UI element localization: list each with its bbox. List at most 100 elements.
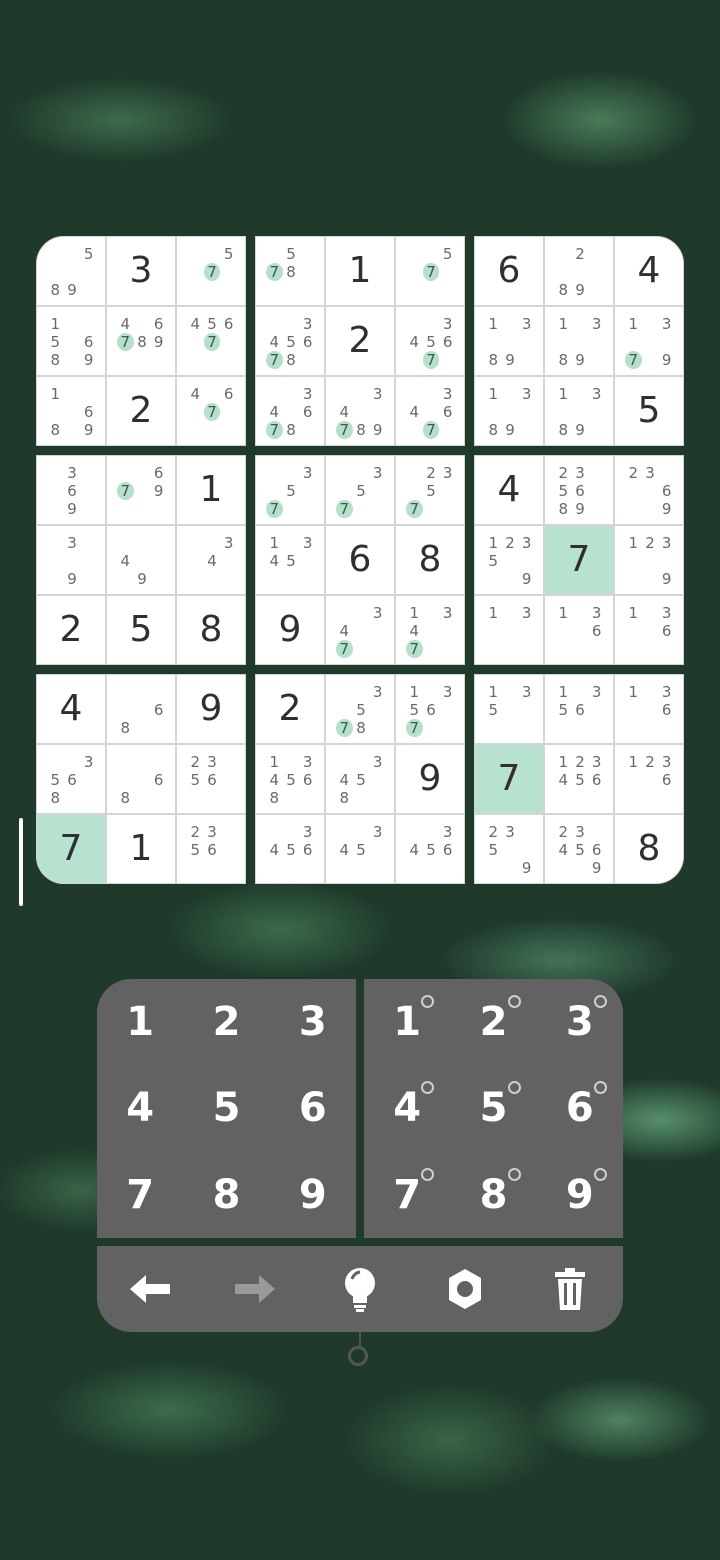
sudoku-cell[interactable]: 123 456 xyxy=(544,744,614,814)
pencil-key-1[interactable]: 1 xyxy=(364,979,450,1065)
sudoku-cell[interactable]: 3 47 xyxy=(325,595,395,665)
sudoku-cell[interactable]: 235689 xyxy=(544,455,614,525)
panel-knob[interactable] xyxy=(348,1346,368,1366)
sudoku-cell[interactable]: 1 xyxy=(106,814,176,884)
sudoku-cell[interactable]: 34 xyxy=(176,525,246,595)
pencil-key-5[interactable]: 5 xyxy=(450,1065,536,1151)
settings-button[interactable] xyxy=(435,1259,495,1319)
sudoku-cell[interactable]: 1 3 56 xyxy=(544,674,614,744)
number-key-7[interactable]: 7 xyxy=(97,1152,183,1238)
sudoku-cell[interactable]: 234569 xyxy=(544,814,614,884)
side-handle[interactable] xyxy=(19,818,23,906)
sudoku-cell[interactable]: 57 xyxy=(176,236,246,306)
sudoku-cell[interactable]: 2 xyxy=(255,674,325,744)
sudoku-cell[interactable]: 68 xyxy=(106,744,176,814)
pencil-key-9[interactable]: 9 xyxy=(537,1152,623,1238)
number-key-9[interactable]: 9 xyxy=(270,1152,356,1238)
sudoku-cell[interactable]: 2369 xyxy=(614,455,684,525)
sudoku-cell[interactable]: 3578 xyxy=(325,674,395,744)
sudoku-cell[interactable]: 3 4 6 78 xyxy=(255,376,325,446)
sudoku-cell[interactable]: 1236 xyxy=(614,744,684,814)
hint-button[interactable] xyxy=(330,1259,390,1319)
undo-button[interactable] xyxy=(120,1259,180,1319)
sudoku-cell[interactable]: 1 3 7 9 xyxy=(614,306,684,376)
number-key-1[interactable]: 1 xyxy=(97,979,183,1065)
sudoku-cell[interactable]: 2 xyxy=(325,306,395,376)
sudoku-cell[interactable]: 9 xyxy=(395,744,465,814)
sudoku-cell[interactable]: 235 9 xyxy=(474,814,544,884)
pencil-key-3[interactable]: 3 xyxy=(537,979,623,1065)
sudoku-cell[interactable]: 3 4789 xyxy=(325,376,395,446)
sudoku-cell[interactable]: 15 6 8 9 xyxy=(36,306,106,376)
sudoku-cell[interactable]: 1 3 5 xyxy=(474,674,544,744)
sudoku-cell[interactable]: 3 456 xyxy=(255,814,325,884)
sudoku-cell[interactable]: 3 456 xyxy=(395,814,465,884)
sudoku-cell[interactable]: 3 xyxy=(106,236,176,306)
sudoku-cell[interactable]: 9 xyxy=(255,595,325,665)
sudoku-cell[interactable]: 357 xyxy=(255,455,325,525)
number-key-5[interactable]: 5 xyxy=(183,1065,269,1151)
sudoku-cell[interactable]: 39 xyxy=(36,525,106,595)
sudoku-cell[interactable]: 3 456 78 xyxy=(255,306,325,376)
pencil-key-6[interactable]: 6 xyxy=(537,1065,623,1151)
sudoku-cell[interactable]: 2 xyxy=(36,595,106,665)
sudoku-cell[interactable]: 369 xyxy=(36,455,106,525)
sudoku-cell[interactable]: 1689 xyxy=(36,376,106,446)
sudoku-cell[interactable]: 2357 xyxy=(395,455,465,525)
pencil-key-8[interactable]: 8 xyxy=(450,1152,536,1238)
sudoku-cell[interactable]: 3 458 xyxy=(325,744,395,814)
sudoku-cell[interactable]: 5 xyxy=(614,376,684,446)
sudoku-cell[interactable]: 7 xyxy=(544,525,614,595)
sudoku-cell[interactable]: 3 4 67 xyxy=(395,376,465,446)
sudoku-cell[interactable]: 68 xyxy=(106,674,176,744)
sudoku-cell[interactable]: 2 xyxy=(106,376,176,446)
pencil-key-4[interactable]: 4 xyxy=(364,1065,450,1151)
sudoku-cell[interactable]: 1 3 89 xyxy=(474,306,544,376)
sudoku-cell[interactable]: 8 xyxy=(395,525,465,595)
sudoku-cell[interactable]: 5 89 xyxy=(36,236,106,306)
sudoku-cell[interactable]: 6 7 9 xyxy=(106,455,176,525)
pencil-key-2[interactable]: 2 xyxy=(450,979,536,1065)
sudoku-cell[interactable]: 4567 xyxy=(176,306,246,376)
number-key-4[interactable]: 4 xyxy=(97,1065,183,1151)
sudoku-cell[interactable]: 1 3 45 xyxy=(255,525,325,595)
sudoku-cell[interactable]: 6 xyxy=(325,525,395,595)
sudoku-cell[interactable]: 1 xyxy=(176,455,246,525)
sudoku-cell[interactable]: 3 4567 xyxy=(395,306,465,376)
sudoku-cell[interactable]: 1 xyxy=(325,236,395,306)
sudoku-cell[interactable]: 8 xyxy=(176,595,246,665)
sudoku-cell[interactable]: 578 xyxy=(255,236,325,306)
sudoku-cell[interactable]: 49 xyxy=(106,525,176,595)
sudoku-cell[interactable]: 6 xyxy=(474,236,544,306)
sudoku-cell[interactable]: 2356 xyxy=(176,744,246,814)
sudoku-cell[interactable]: 7 xyxy=(474,744,544,814)
sudoku-cell[interactable]: 1 3 89 xyxy=(474,376,544,446)
sudoku-cell[interactable]: 1 3 89 xyxy=(544,306,614,376)
number-key-3[interactable]: 3 xyxy=(270,979,356,1065)
sudoku-cell[interactable]: 3 45 xyxy=(325,814,395,884)
sudoku-cell[interactable]: 1 36 xyxy=(544,595,614,665)
sudoku-cell[interactable]: 123 5 9 xyxy=(474,525,544,595)
sudoku-cell[interactable]: 289 xyxy=(544,236,614,306)
sudoku-cell[interactable]: 4 xyxy=(36,674,106,744)
pencil-key-7[interactable]: 7 xyxy=(364,1152,450,1238)
sudoku-cell[interactable]: 1 3 567 xyxy=(395,674,465,744)
sudoku-cell[interactable]: 5 xyxy=(106,595,176,665)
sudoku-cell[interactable]: 7 xyxy=(36,814,106,884)
sudoku-cell[interactable]: 1 36 xyxy=(614,595,684,665)
sudoku-cell[interactable]: 357 xyxy=(325,455,395,525)
sudoku-cell[interactable]: 1 3 89 xyxy=(544,376,614,446)
delete-button[interactable] xyxy=(540,1259,600,1319)
sudoku-cell[interactable]: 2356 xyxy=(176,814,246,884)
sudoku-cell[interactable]: 123 9 xyxy=(614,525,684,595)
sudoku-cell[interactable]: 9 xyxy=(176,674,246,744)
sudoku-cell[interactable]: 4 6 789 xyxy=(106,306,176,376)
sudoku-cell[interactable]: 3 568 xyxy=(36,744,106,814)
sudoku-cell[interactable]: 1 3 456 8 xyxy=(255,744,325,814)
sudoku-cell[interactable]: 4 67 xyxy=(176,376,246,446)
sudoku-cell[interactable]: 13 xyxy=(474,595,544,665)
sudoku-cell[interactable]: 1 3 47 xyxy=(395,595,465,665)
sudoku-cell[interactable]: 1 36 xyxy=(614,674,684,744)
redo-button[interactable] xyxy=(225,1259,285,1319)
sudoku-cell[interactable]: 8 xyxy=(614,814,684,884)
